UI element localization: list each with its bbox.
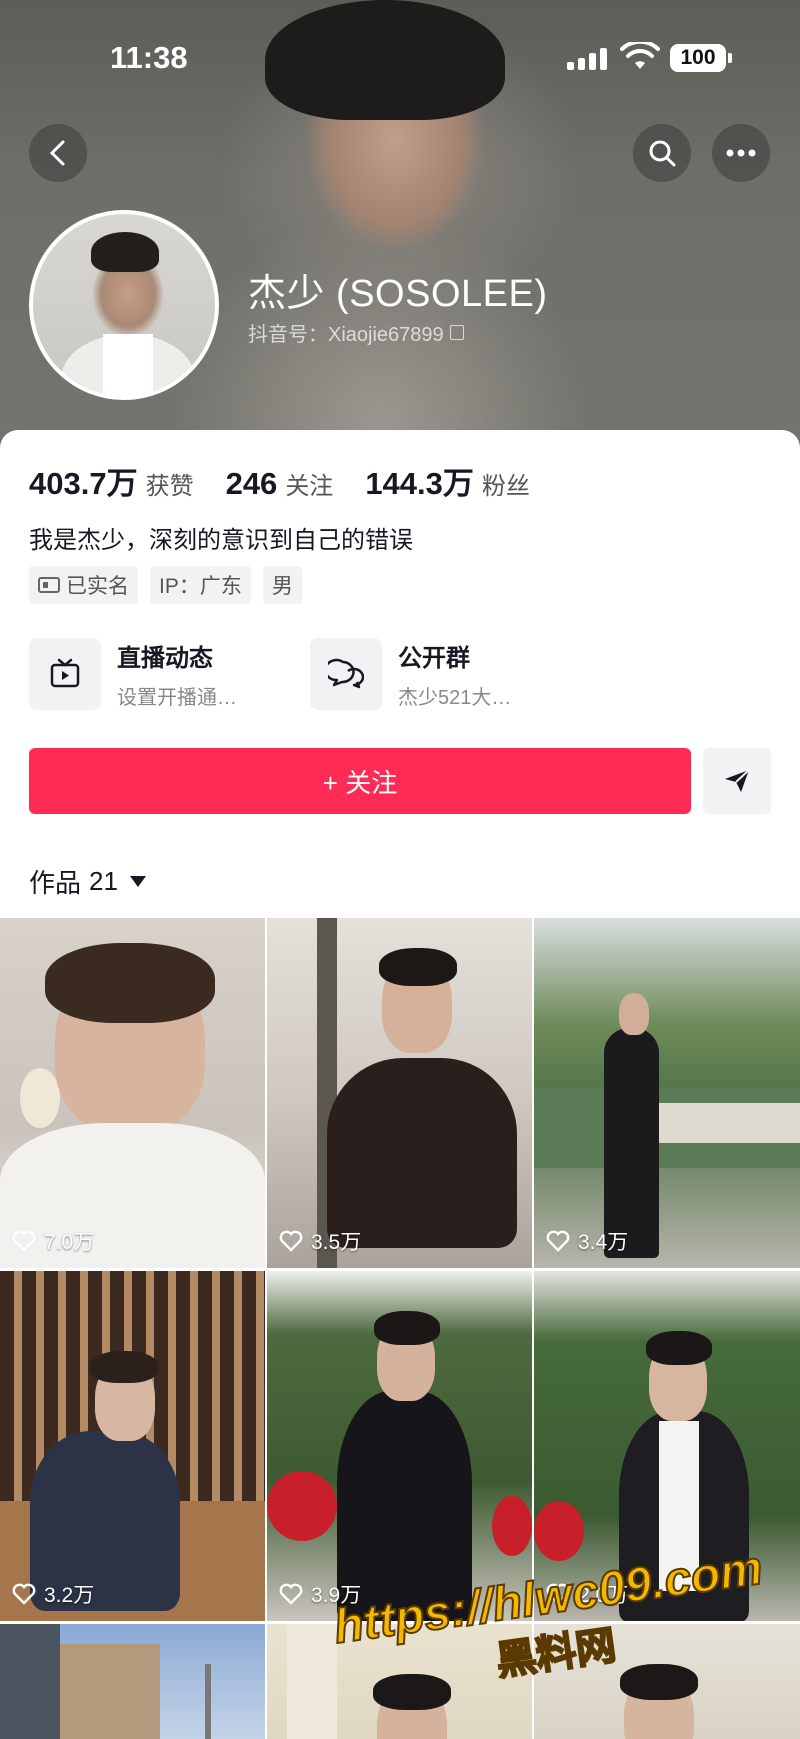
heart-icon	[546, 1230, 570, 1252]
video-thumbnail[interactable]: 3.4万	[534, 918, 800, 1268]
following-label[interactable]: 关注	[285, 466, 333, 501]
video-thumbnail[interactable]: 7.0万	[0, 918, 265, 1268]
video-likes: 3.4万	[546, 1226, 628, 1256]
douyin-id[interactable]: 抖音号：Xiaojie67899	[248, 318, 464, 347]
video-thumbnail[interactable]: 3.2万	[0, 1271, 265, 1621]
video-likes-count: 7.0万	[44, 1231, 95, 1254]
video-thumbnail[interactable]: 3.5万	[267, 918, 532, 1268]
video-thumbnail[interactable]	[0, 1624, 265, 1739]
works-label: 作品	[29, 868, 82, 898]
live-feature[interactable]: 直播动态 设置开播通…	[29, 638, 237, 710]
video-likes-count: 3.5万	[311, 1231, 362, 1254]
likes-label: 获赞	[145, 473, 194, 500]
group-feature-subtitle: 杰少521大…	[398, 687, 512, 709]
tv-icon	[29, 638, 101, 710]
heart-icon	[279, 1230, 303, 1252]
profile-name: 杰少 (SOSOLEE)	[248, 273, 548, 315]
heart-icon	[279, 1583, 303, 1605]
video-likes: 3.2万	[12, 1579, 94, 1609]
gender-tag: 男	[262, 566, 302, 604]
works-count: 21	[89, 866, 118, 896]
profile-tags: 已实名 IP：广东 男	[29, 566, 302, 604]
video-likes-count: 3.2万	[44, 1584, 95, 1607]
works-tab[interactable]: 作品 21	[29, 863, 146, 900]
search-button[interactable]	[633, 124, 691, 182]
group-feature-title: 公开群	[398, 645, 470, 672]
avatar-hair	[91, 232, 159, 272]
video-likes: 7.0万	[12, 1226, 94, 1256]
status-time: 11:38	[110, 40, 188, 75]
back-button[interactable]	[29, 124, 87, 182]
video-likes-count: 3.4万	[578, 1231, 629, 1254]
chat-bubbles-icon	[310, 638, 382, 710]
group-feature[interactable]: 公开群 杰少521大…	[310, 638, 511, 710]
verified-tag: 已实名	[29, 566, 138, 604]
send-icon	[725, 769, 750, 792]
follow-button[interactable]: + 关注	[29, 748, 691, 814]
heart-icon	[12, 1583, 36, 1605]
chevron-left-icon	[49, 140, 65, 166]
live-feature-title: 直播动态	[117, 645, 213, 672]
stats-row: 403.7万 获赞 246 关注 144.3万 粉丝	[29, 458, 562, 503]
heart-icon	[12, 1230, 36, 1252]
video-thumbnail[interactable]: 3.9万	[267, 1271, 532, 1621]
profile-bio: 我是杰少，深刻的意识到自己的错误	[29, 527, 413, 554]
verified-tag-label: 已实名	[66, 575, 129, 598]
copy-icon[interactable]	[449, 325, 464, 340]
avatar-shirt	[103, 334, 153, 396]
video-likes: 3.5万	[279, 1226, 361, 1256]
id-card-icon	[38, 577, 60, 593]
followers-label[interactable]: 粉丝	[482, 466, 530, 501]
more-dots-icon	[726, 149, 756, 157]
status-bar: 11:38 100	[0, 0, 800, 100]
live-feature-subtitle: 设置开播通…	[117, 687, 237, 709]
share-button[interactable]	[703, 748, 771, 814]
following-count[interactable]: 246	[226, 466, 278, 502]
more-button[interactable]	[712, 124, 770, 182]
search-icon	[649, 140, 676, 167]
followers-count[interactable]: 144.3万	[365, 458, 474, 503]
douyin-id-text: 抖音号：Xiaojie67899	[248, 324, 444, 346]
avatar[interactable]	[29, 210, 219, 400]
ip-tag: IP：广东	[150, 566, 251, 604]
wifi-icon	[620, 42, 660, 69]
battery-indicator: 100	[670, 44, 732, 72]
cellular-signal-icon	[567, 46, 607, 70]
caret-down-icon	[129, 876, 146, 887]
likes-count: 403.7万	[29, 466, 138, 501]
profile-panel: 403.7万 获赞 246 关注 144.3万 粉丝 我是杰少，深刻的意识到自己…	[0, 430, 800, 920]
